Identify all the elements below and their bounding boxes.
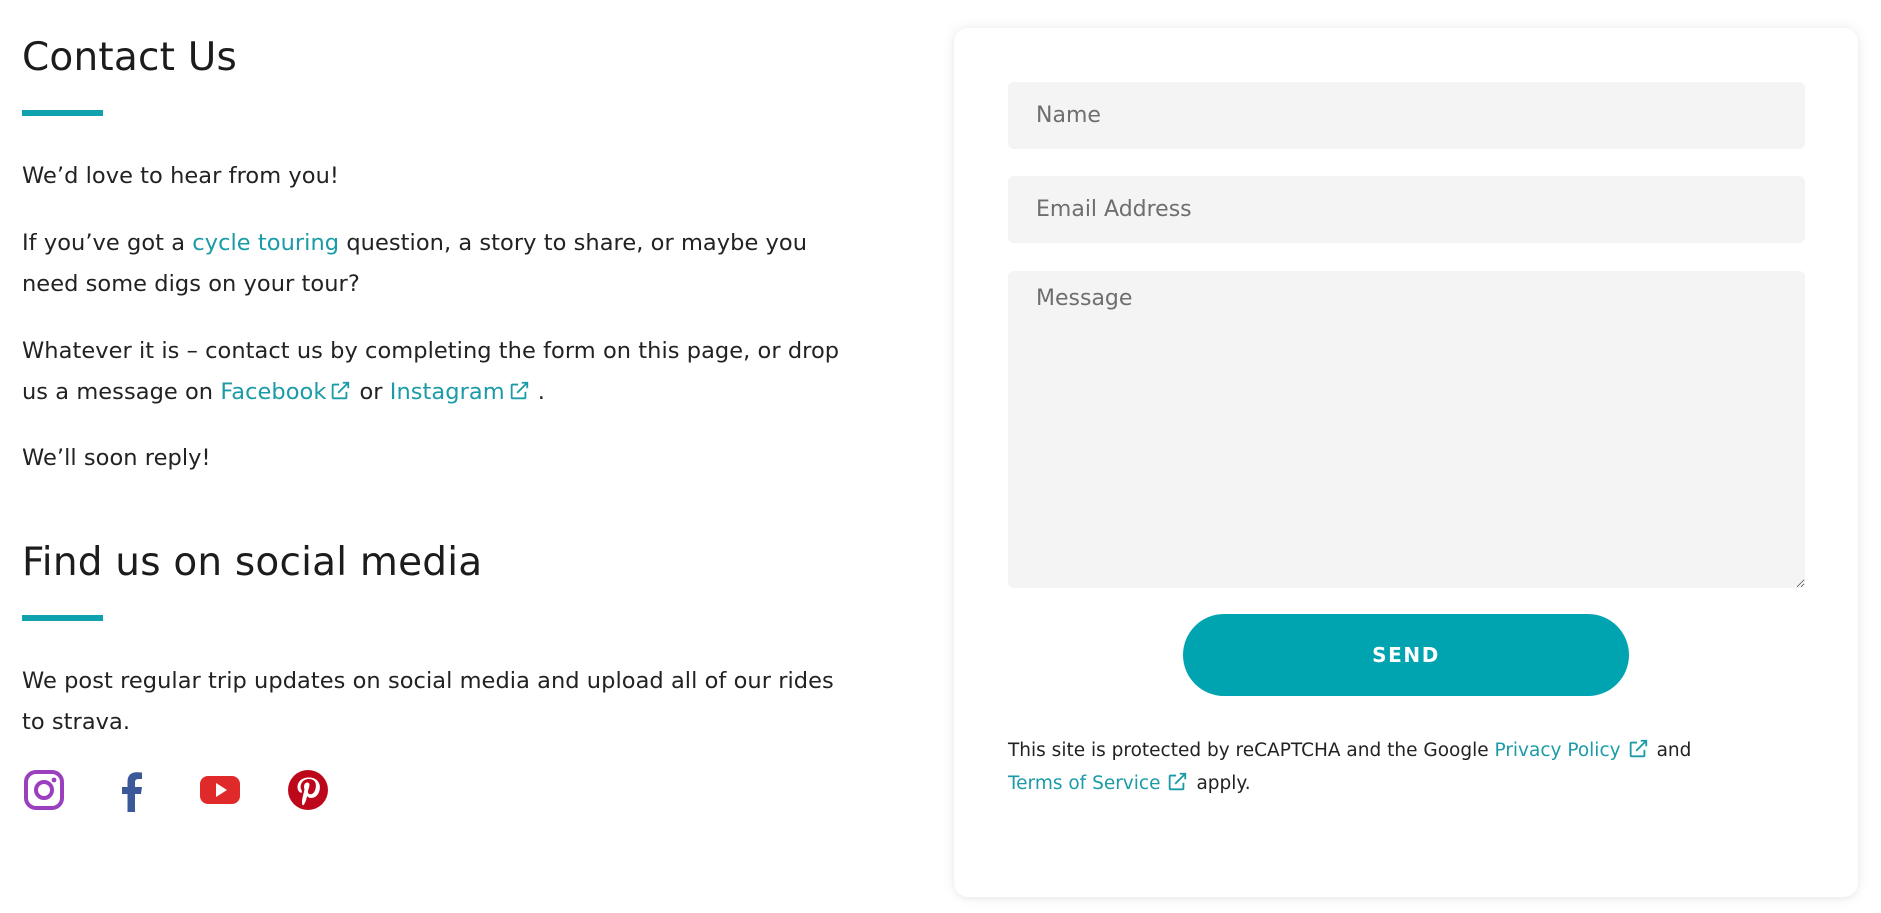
name-input[interactable] [1008,82,1805,149]
and-text: and [1656,740,1692,761]
external-link-icon [508,380,530,402]
recaptcha-notice: This site is protected by reCAPTCHA and … [1008,734,1808,800]
external-link-icon [329,380,351,402]
closing-text: We’ll soon reply! [22,445,211,471]
intro-text: We’d love to hear from you! [22,163,339,189]
terms-of-service-label: Terms of Service [1008,773,1161,794]
contact-methods-paragraph: Whatever it is – contact us by completin… [22,331,852,413]
instagram-link-label: Instagram [389,379,505,405]
social-title: Find us on social media [22,540,483,585]
email-input[interactable] [1008,176,1805,243]
facebook-link[interactable]: Facebook [220,379,359,405]
instagram-link[interactable]: Instagram [390,379,538,405]
social-description: We post regular trip updates on social m… [22,668,834,735]
cycle-touring-link[interactable]: cycle touring [192,230,339,256]
send-button[interactable]: SEND [1183,614,1629,696]
message-textarea[interactable] [1008,271,1805,588]
title-underline [22,110,103,116]
privacy-policy-link[interactable]: Privacy Policy [1494,738,1656,761]
pinterest-icon[interactable] [286,768,330,812]
facebook-icon[interactable] [110,768,154,812]
recaptcha-text: This site is protected by reCAPTCHA and … [1008,740,1495,761]
contact-form-card: SEND This site is protected by reCAPTCHA… [954,28,1858,897]
instagram-icon[interactable] [22,768,66,812]
youtube-icon[interactable] [198,768,242,812]
question-paragraph: If you’ve got a cycle touring question, … [22,223,852,305]
external-link-icon [1627,738,1649,760]
or-text: or [359,379,390,405]
terms-of-service-link[interactable]: Terms of Service [1008,771,1196,794]
period-text: . [537,379,545,405]
apply-text: apply. [1196,773,1251,794]
question-text-before: If you’ve got a [22,230,193,256]
external-link-icon [1166,771,1188,793]
facebook-link-label: Facebook [220,379,327,405]
social-title-underline [22,615,103,621]
privacy-policy-label: Privacy Policy [1494,740,1621,761]
contact-title: Contact Us [22,35,237,80]
